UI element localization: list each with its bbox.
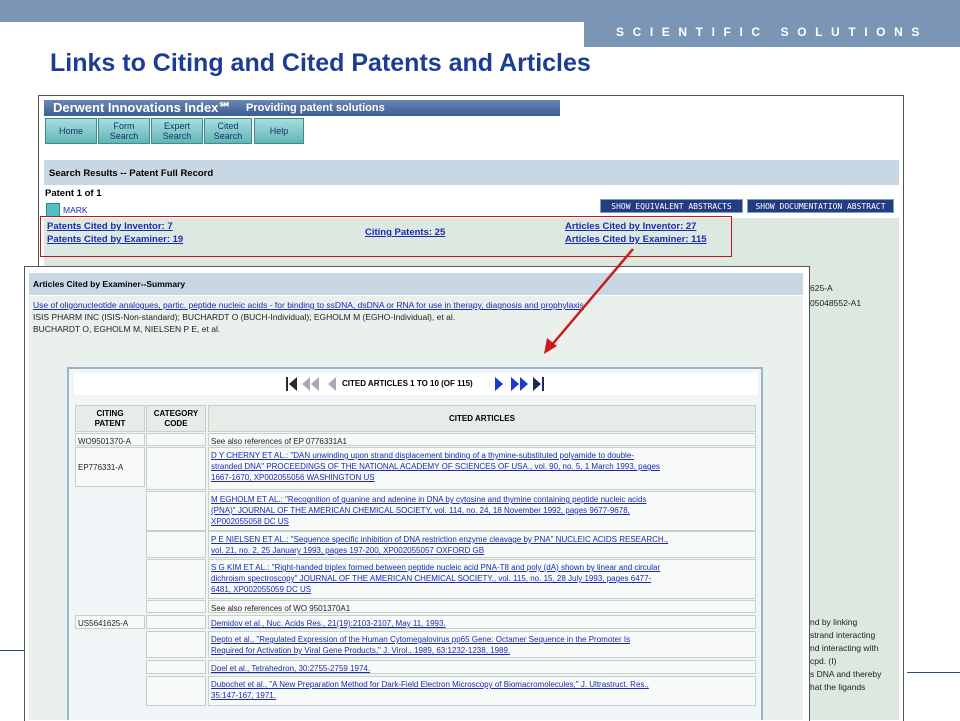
category-code-cell xyxy=(146,447,206,490)
articles-cited-by-examiner-link[interactable]: Articles Cited by Examiner: 115 xyxy=(565,234,707,245)
next-page-icon[interactable] xyxy=(511,377,528,391)
cited-reference-note: See also references of EP 0776331A1 xyxy=(208,433,756,446)
partial-abstract-text: hat the ligands xyxy=(810,682,866,692)
articles-summary-header: Articles Cited by Examiner--Summary xyxy=(29,273,803,295)
col-citing-patent: CITING PATENT xyxy=(75,405,145,432)
nav-home-button[interactable]: Home xyxy=(45,118,97,144)
category-code-cell xyxy=(146,433,206,446)
pager-back-controls xyxy=(286,377,336,391)
partial-patent-number: 625-A xyxy=(810,283,833,293)
nav-cited-search-button[interactable]: Cited Search xyxy=(204,118,252,144)
cited-reference-note: See also references of WO 9501370A1 xyxy=(208,600,756,613)
patent-count: Patent 1 of 1 xyxy=(45,188,102,199)
cited-article-link[interactable]: D Y CHERNY ET AL.: "DAN unwinding upon s… xyxy=(208,447,756,490)
show-equivalent-abstracts-button[interactable]: SHOW EQUIVALENT ABSTRACTS xyxy=(600,199,743,213)
cited-article-link[interactable]: M EGHOLM ET AL.: "Recognition of guanine… xyxy=(208,491,756,531)
cited-article-link[interactable]: Demidov et al., Nuc. Acids Res., 21(19):… xyxy=(208,615,756,629)
mark-checkbox[interactable] xyxy=(46,203,60,217)
derwent-subtitle: Providing patent solutions xyxy=(246,102,385,114)
first-page-icon[interactable] xyxy=(286,377,297,391)
partial-abstract-text: nd interacting with xyxy=(810,643,879,653)
brand-label: SCIENTIFIC SOLUTIONS xyxy=(584,20,960,47)
nav-form-search-button[interactable]: Form Search xyxy=(98,118,150,144)
derwent-logo-title: Derwent Innovations Index℠ xyxy=(53,100,232,115)
patents-cited-by-inventor-link[interactable]: Patents Cited by Inventor: 7 xyxy=(47,221,173,232)
mark-label: MARK xyxy=(63,205,88,215)
next-icon[interactable] xyxy=(495,377,503,391)
cited-article-link[interactable]: P E NIELSEN ET AL.: "Sequence specific i… xyxy=(208,531,756,558)
cited-article-link[interactable]: Dubochet et al., "A New Preparation Meth… xyxy=(208,676,756,706)
previous-icon[interactable] xyxy=(328,377,336,391)
partial-abstract-text: cpd. (I) xyxy=(810,656,837,666)
category-code-cell xyxy=(146,491,206,531)
cited-article-link[interactable]: Depto et al., "Regulated Expression of t… xyxy=(208,631,756,658)
assignee-text: ISIS PHARM INC (ISIS-Non-standard); BUCH… xyxy=(33,312,456,322)
patent-title-link[interactable]: Use of oligonucleotide analogues, partic… xyxy=(33,300,584,310)
category-code-cell xyxy=(146,631,206,658)
patents-cited-by-examiner-link[interactable]: Patents Cited by Examiner: 19 xyxy=(47,234,183,245)
results-title-bar: Search Results -- Patent Full Record xyxy=(44,160,899,185)
left-divider xyxy=(0,650,24,651)
pager-text: CITED ARTICLES 1 TO 10 (OF 115) xyxy=(342,379,473,388)
category-code-cell xyxy=(146,600,206,613)
cited-article-link[interactable]: S G KIM ET AL.: "Right-handed triplex fo… xyxy=(208,559,756,599)
col-cited-articles: CITED ARTICLES xyxy=(208,405,756,432)
cited-article-link[interactable]: Doel et al., Tetrahedron, 30:2755-2759 1… xyxy=(208,660,756,674)
last-page-icon[interactable] xyxy=(533,377,544,391)
inventors-text: BUCHARDT O, EGHOLM M, NIELSEN P E, et al… xyxy=(33,324,221,334)
previous-page-icon[interactable] xyxy=(302,377,319,391)
category-code-cell xyxy=(146,559,206,599)
citing-patent-cell: WO9501370-A xyxy=(75,433,145,446)
partial-abstract-text: strand interacting xyxy=(810,630,876,640)
col-category-code: CATEGORY CODE xyxy=(146,405,206,432)
partial-patent-number: 05048552-A1 xyxy=(810,298,862,308)
category-code-cell xyxy=(146,531,206,558)
slide-title: Links to Citing and Cited Patents and Ar… xyxy=(50,49,591,77)
right-divider xyxy=(907,672,960,673)
partial-abstract-text: nd by linking xyxy=(810,617,858,627)
show-documentation-abstract-button[interactable]: SHOW DOCUMENTATION ABSTRACT xyxy=(747,199,894,213)
category-code-cell xyxy=(146,615,206,629)
pager-forward-controls xyxy=(495,377,544,391)
articles-cited-by-inventor-link[interactable]: Articles Cited by Inventor: 27 xyxy=(565,221,696,232)
top-accent-bar xyxy=(0,0,960,22)
citing-patent-cell: EP776331-A xyxy=(75,447,145,487)
category-code-cell xyxy=(146,660,206,674)
partial-abstract-text: s DNA and thereby xyxy=(810,669,882,679)
nav-help-button[interactable]: Help xyxy=(254,118,304,144)
nav-expert-search-button[interactable]: Expert Search xyxy=(151,118,203,144)
citing-patents-link[interactable]: Citing Patents: 25 xyxy=(365,227,445,238)
category-code-cell xyxy=(146,676,206,706)
citing-patent-cell: US5641625-A xyxy=(75,615,145,629)
